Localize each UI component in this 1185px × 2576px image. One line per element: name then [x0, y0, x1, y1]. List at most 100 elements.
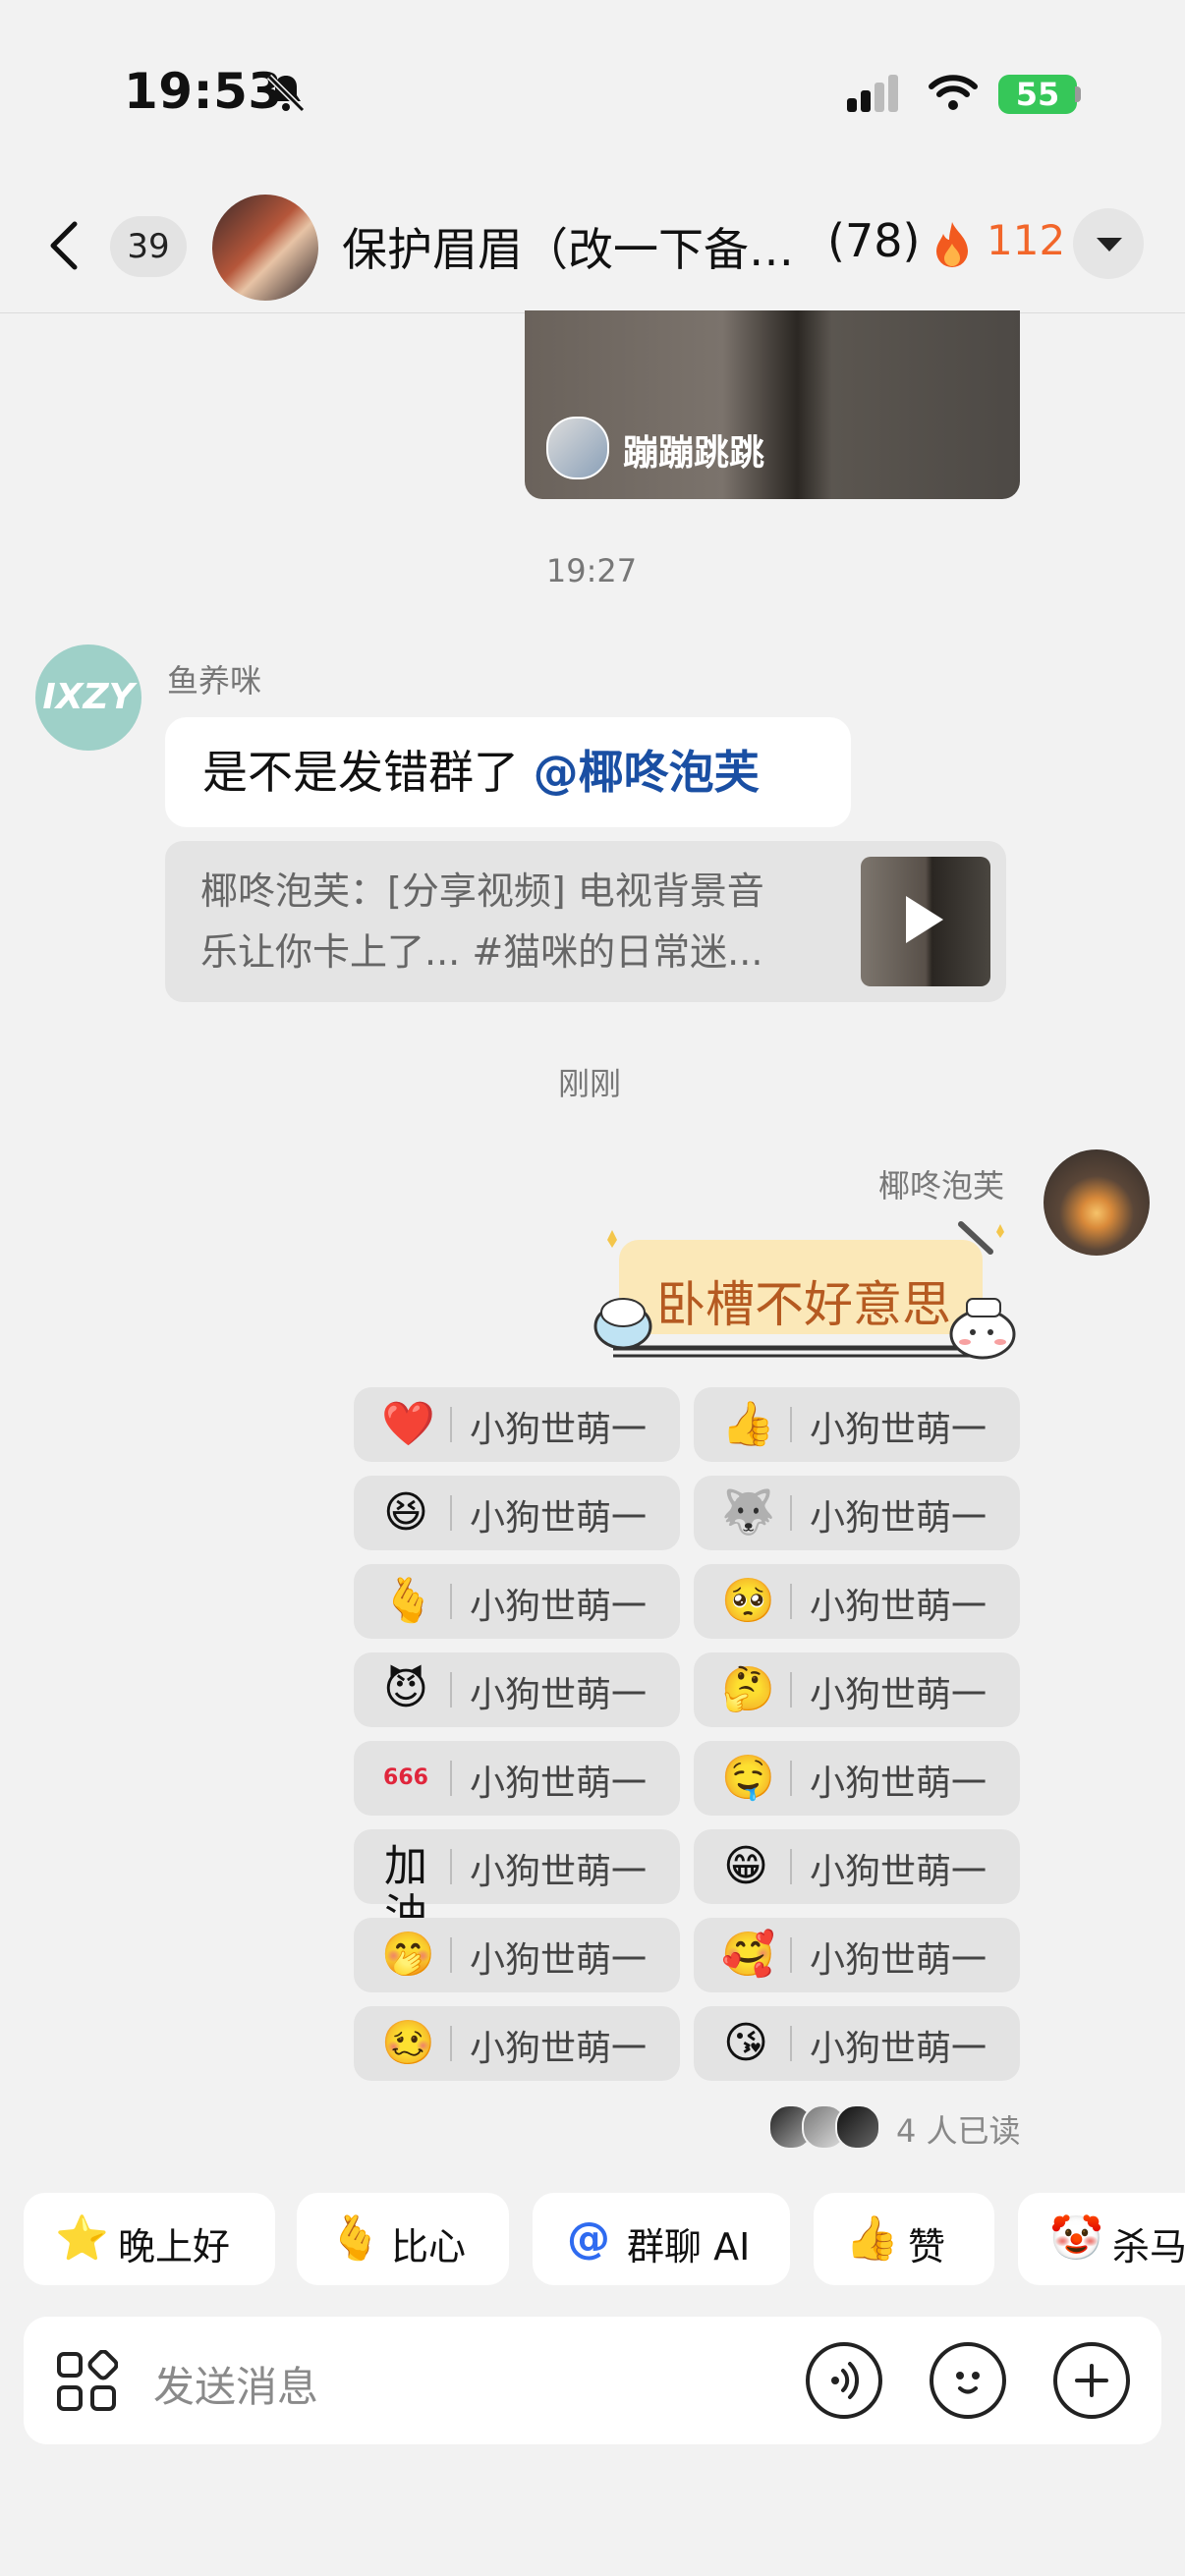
reaction-chip[interactable]: 🤤 小狗世萌一 [694, 1741, 1020, 1816]
reaction-user-label: 小狗世萌一 [810, 1410, 988, 1450]
quick-reply-button[interactable]: 🤡 杀马 [1018, 2193, 1185, 2285]
chip-divider [450, 1672, 452, 1708]
chip-divider [790, 1672, 792, 1708]
status-time: 19:53 [124, 63, 283, 120]
reaction-emoji-icon: 😈 [383, 1664, 428, 1714]
reaction-user-label: 小狗世萌一 [470, 1940, 648, 1981]
reaction-emoji-icon: 加油 [384, 1841, 427, 1940]
quick-reply-button[interactable]: 🫰 比心 [297, 2193, 509, 2285]
unread-count-badge[interactable]: 39 [110, 216, 187, 277]
reaction-user-label: 小狗世萌一 [810, 2029, 988, 2069]
reaction-chip[interactable]: 😈 小狗世萌一 [354, 1652, 680, 1727]
quick-reply-label: 杀马 [1112, 2225, 1185, 2268]
quick-reply-icon: @ [567, 2213, 610, 2264]
chip-divider [790, 1761, 792, 1796]
reaction-user-label: 小狗世萌一 [470, 1852, 648, 1892]
message-input[interactable]: 发送消息 [153, 2354, 318, 2414]
reaction-emoji-icon: 🥺 [721, 1576, 775, 1626]
read-receipt[interactable]: 4 人已读 [896, 2106, 1021, 2152]
reaction-user-label: 小狗世萌一 [810, 1675, 988, 1715]
reaction-user-label: 小狗世萌一 [810, 1587, 988, 1627]
shared-video-card[interactable]: 蹦蹦跳跳 [525, 310, 1020, 499]
reaction-emoji-icon: 🫰 [381, 1576, 435, 1626]
chip-divider [790, 2026, 792, 2061]
reaction-emoji-icon: ❤️ [381, 1399, 435, 1449]
reaction-user-label: 小狗世萌一 [810, 1764, 988, 1804]
reaction-emoji-icon: 666 [383, 1765, 428, 1790]
voice-button[interactable] [806, 2342, 882, 2419]
reaction-chip[interactable]: 🤔 小狗世萌一 [694, 1652, 1020, 1727]
message-timestamp: 19:27 [545, 552, 638, 589]
reaction-emoji-icon: 🤔 [721, 1664, 775, 1714]
message-timestamp: 刚刚 [557, 1065, 621, 1102]
reaction-chip[interactable]: 加油 小狗世萌一 [354, 1829, 680, 1940]
reaction-chip[interactable]: 🥰 小狗世萌一 [694, 1918, 1020, 1992]
reaction-emoji-icon: 🥴 [381, 2018, 435, 2068]
battery-indicator: 55 [998, 75, 1077, 114]
dropdown-toggle-button[interactable] [1073, 208, 1144, 279]
quoted-video-thumbnail[interactable] [861, 857, 990, 986]
reaction-emoji-icon: 🤤 [721, 1753, 775, 1803]
read-avatars[interactable] [768, 2104, 896, 2150]
quick-reply-icon: 👍 [845, 2213, 899, 2264]
quoted-text: 椰咚泡芙：[分享视频] 电视背景音 乐让你卡上了... #猫咪的日常迷... [200, 861, 829, 982]
sender-name: 椰咚泡芙 [878, 1167, 1005, 1204]
reaction-user-label: 小狗世萌一 [470, 1764, 648, 1804]
quick-reply-button[interactable]: ⭐ 晚上好 [24, 2193, 275, 2285]
mention-link[interactable]: @椰咚泡芙 [534, 746, 760, 799]
reaction-chip[interactable]: 🥺 小狗世萌一 [694, 1564, 1020, 1639]
reaction-user-label: 小狗世萌一 [470, 1675, 648, 1715]
more-button[interactable] [1053, 2342, 1130, 2419]
battery-cap [1075, 86, 1081, 102]
reaction-chip[interactable]: 🤭 小狗世萌一 [354, 1918, 680, 1992]
quick-reply-label: 群聊 AI [627, 2225, 751, 2268]
group-title[interactable]: 保护眉眉（改一下备… [342, 214, 814, 279]
reaction-chip[interactable]: 👍 小狗世萌一 [694, 1387, 1020, 1462]
quick-reply-button[interactable]: @ 群聊 AI [533, 2193, 790, 2285]
chip-divider [450, 1584, 452, 1619]
quick-reply-icon: 🫰 [328, 2213, 382, 2264]
quick-reply-button[interactable]: 👍 赞 [814, 2193, 994, 2285]
chip-divider [790, 1849, 792, 1884]
my-avatar[interactable] [1044, 1149, 1150, 1256]
sender-name: 鱼养咪 [167, 662, 262, 700]
reaction-chip[interactable]: 😁 小狗世萌一 [694, 1829, 1020, 1904]
reaction-emoji-icon: 👍 [721, 1399, 775, 1449]
reaction-emoji-icon: 😁 [723, 1841, 768, 1891]
sender-avatar[interactable]: IXZY [35, 644, 141, 751]
quick-reply-label: 赞 [908, 2225, 946, 2268]
reaction-user-label: 小狗世萌一 [810, 1498, 988, 1539]
chip-divider [450, 1407, 452, 1442]
fire-icon [936, 222, 968, 267]
chip-divider [450, 2026, 452, 2061]
quoted-line-1: 椰咚泡芙：[分享视频] 电视背景音 [200, 869, 764, 913]
back-arrow-icon[interactable] [45, 218, 85, 273]
reaction-emoji-icon: 🤭 [381, 1930, 435, 1980]
reaction-emoji-icon: 😆 [383, 1487, 428, 1538]
emoji-button[interactable] [930, 2342, 1006, 2419]
member-count: (78) [827, 214, 921, 267]
reaction-chip[interactable]: ❤️ 小狗世萌一 [354, 1387, 680, 1462]
reaction-chip[interactable]: 🐺 小狗世萌一 [694, 1476, 1020, 1550]
reaction-emoji-icon: 😘 [723, 2018, 768, 2068]
reaction-user-label: 小狗世萌一 [470, 1587, 648, 1627]
quick-reply-icon: ⭐ [55, 2213, 109, 2264]
reaction-chip[interactable]: 666 小狗世萌一 [354, 1741, 680, 1816]
reaction-chip[interactable]: 😆 小狗世萌一 [354, 1476, 680, 1550]
group-avatar[interactable] [212, 195, 318, 301]
message-bubble[interactable]: 是不是发错群了 @椰咚泡芙 [165, 717, 851, 827]
chip-divider [450, 1495, 452, 1531]
reaction-chip[interactable]: 🫰 小狗世萌一 [354, 1564, 680, 1639]
chip-divider [450, 1937, 452, 1973]
reaction-user-label: 小狗世萌一 [810, 1852, 988, 1892]
quick-reply-label: 比心 [391, 2225, 467, 2268]
reaction-user-label: 小狗世萌一 [810, 1940, 988, 1981]
reaction-user-label: 小狗世萌一 [470, 1410, 648, 1450]
quick-reply-label: 晚上好 [118, 2225, 231, 2268]
apps-grid-icon[interactable] [55, 2350, 118, 2413]
bell-muted-icon [266, 74, 306, 113]
reaction-chip[interactable]: 😘 小狗世萌一 [694, 2006, 1020, 2081]
smiley-icon [956, 2372, 980, 2394]
reaction-chip[interactable]: 🥴 小狗世萌一 [354, 2006, 680, 2081]
chip-divider [790, 1407, 792, 1442]
